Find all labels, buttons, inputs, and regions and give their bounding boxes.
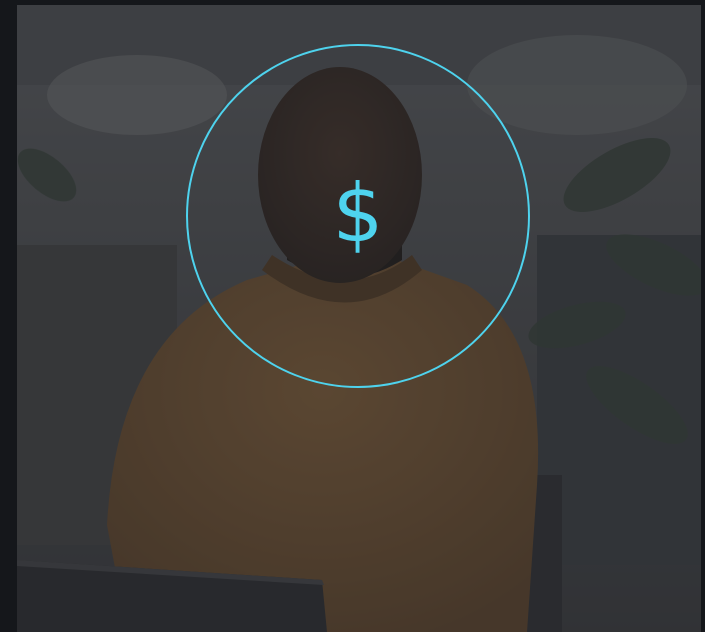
page-frame: $ <box>0 0 705 632</box>
hero-photo-card: $ <box>17 5 701 632</box>
dollar-symbol: $ <box>332 167 384 260</box>
dollar-icon: $ <box>186 44 530 388</box>
